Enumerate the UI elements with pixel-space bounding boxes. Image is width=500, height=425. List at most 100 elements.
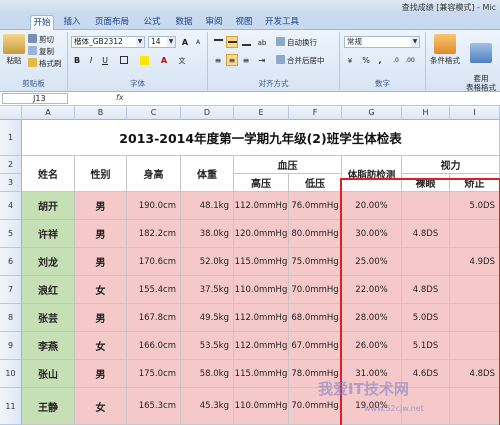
orientation-button[interactable]: ab xyxy=(256,36,268,48)
cell-weight[interactable]: 49.5kg xyxy=(181,304,234,332)
cell-weight[interactable]: 48.1kg xyxy=(181,192,234,220)
cell-name[interactable]: 王静 xyxy=(22,388,75,425)
header-naked-eye[interactable]: 裸眼 xyxy=(402,174,450,192)
cell-corrected[interactable] xyxy=(450,304,500,332)
cell-name[interactable]: 张芸 xyxy=(22,304,75,332)
cell-height[interactable]: 190.0cm xyxy=(127,192,181,220)
shrink-font-button[interactable]: A xyxy=(192,36,204,48)
cell-gender[interactable]: 女 xyxy=(75,276,127,304)
phonetic-button[interactable]: 文 xyxy=(176,54,188,66)
header-weight[interactable]: 体重 xyxy=(181,156,234,192)
cell-name[interactable]: 刘龙 xyxy=(22,248,75,276)
column-header-b[interactable]: B xyxy=(75,106,127,120)
grow-font-button[interactable]: A xyxy=(179,36,191,48)
name-box[interactable]: J13 xyxy=(2,93,68,104)
cut-button[interactable]: 剪切 xyxy=(28,34,54,45)
cell-low[interactable]: 68.0mmHg xyxy=(289,304,342,332)
column-header-c[interactable]: C xyxy=(127,106,181,120)
tab-view[interactable]: 视图 xyxy=(232,15,256,30)
cell-height[interactable]: 182.2cm xyxy=(127,220,181,248)
merge-center-button[interactable]: 合并后居中 xyxy=(276,55,325,66)
select-all-corner[interactable] xyxy=(0,106,22,120)
column-header-a[interactable]: A xyxy=(22,106,75,120)
tab-insert[interactable]: 插入 xyxy=(60,15,84,30)
cell-naked[interactable]: 4.8DS xyxy=(402,276,450,304)
cell-high[interactable]: 115.0mmHg xyxy=(234,248,289,276)
cell-naked[interactable]: 5.0DS xyxy=(402,304,450,332)
row-header-4[interactable]: 4 xyxy=(0,192,22,220)
cell-corrected[interactable] xyxy=(450,332,500,360)
cell-low[interactable]: 67.0mmHg xyxy=(289,332,342,360)
cell-naked[interactable]: 5.1DS xyxy=(402,332,450,360)
italic-button[interactable]: I xyxy=(85,54,97,66)
border-button[interactable] xyxy=(118,54,130,66)
header-bp-high[interactable]: 高压 xyxy=(234,174,289,192)
cell-corrected[interactable]: 4.8DS xyxy=(450,360,500,388)
row-header-2[interactable]: 2 xyxy=(0,156,22,174)
cell-weight[interactable]: 38.0kg xyxy=(181,220,234,248)
cell-height[interactable]: 165.3cm xyxy=(127,388,181,425)
font-color-button[interactable]: A xyxy=(158,54,170,66)
cell-height[interactable]: 167.8cm xyxy=(127,304,181,332)
column-header-e[interactable]: E xyxy=(234,106,289,120)
align-top-button[interactable] xyxy=(212,36,224,48)
row-header-1[interactable]: 1 xyxy=(0,120,22,156)
fx-icon[interactable]: fx xyxy=(116,93,124,102)
decrease-decimal-button[interactable]: .00 xyxy=(404,54,416,66)
cell-naked[interactable] xyxy=(402,192,450,220)
align-right-button[interactable]: ≡ xyxy=(240,54,252,66)
cell-fat[interactable]: 28.00% xyxy=(342,304,402,332)
cell-naked[interactable]: 4.8DS xyxy=(402,220,450,248)
align-middle-button[interactable] xyxy=(226,36,238,48)
tab-developer[interactable]: 开发工具 xyxy=(262,15,302,30)
cell-corrected[interactable]: 4.9DS xyxy=(450,248,500,276)
cell-gender[interactable]: 女 xyxy=(75,332,127,360)
column-header-d[interactable]: D xyxy=(181,106,234,120)
cell-name[interactable]: 许祥 xyxy=(22,220,75,248)
header-bp-low[interactable]: 低压 xyxy=(289,174,342,192)
align-center-button[interactable]: ≡ xyxy=(226,54,238,66)
sheet-title[interactable]: 2013-2014年度第一学期九年级(2)班学生体检表 xyxy=(22,120,500,156)
cell-high[interactable]: 112.0mmHg xyxy=(234,304,289,332)
column-header-i[interactable]: I xyxy=(450,106,500,120)
header-height[interactable]: 身高 xyxy=(127,156,181,192)
cell-height[interactable]: 175.0cm xyxy=(127,360,181,388)
cell-corrected[interactable] xyxy=(450,220,500,248)
cell-height[interactable]: 166.0cm xyxy=(127,332,181,360)
column-header-f[interactable]: F xyxy=(289,106,342,120)
cell-high[interactable]: 120.0mmHg xyxy=(234,220,289,248)
column-header-g[interactable]: G xyxy=(342,106,402,120)
cell-gender[interactable]: 男 xyxy=(75,220,127,248)
cell-height[interactable]: 155.4cm xyxy=(127,276,181,304)
cell-gender[interactable]: 男 xyxy=(75,304,127,332)
cell-height[interactable]: 170.6cm xyxy=(127,248,181,276)
cell-low[interactable]: 76.0mmHg xyxy=(289,192,342,220)
header-corrected[interactable]: 矫正 xyxy=(450,174,500,192)
currency-button[interactable]: ¥ xyxy=(344,54,356,66)
row-header-7[interactable]: 7 xyxy=(0,276,22,304)
header-name[interactable]: 姓名 xyxy=(22,156,75,192)
cell-corrected[interactable]: 5.0DS xyxy=(450,192,500,220)
cell-weight[interactable]: 58.0kg xyxy=(181,360,234,388)
bold-button[interactable]: B xyxy=(71,54,83,66)
cell-weight[interactable]: 53.5kg xyxy=(181,332,234,360)
cell-naked[interactable] xyxy=(402,248,450,276)
cell-low[interactable]: 70.0mmHg xyxy=(289,276,342,304)
tab-home[interactable]: 开始 xyxy=(30,15,54,30)
cell-name[interactable]: 张山 xyxy=(22,360,75,388)
indent-button[interactable]: ⇥ xyxy=(256,54,268,66)
font-name-select[interactable]: 楷体_GB2312 ▼ xyxy=(71,36,145,48)
conditional-format-button[interactable]: 条件格式 xyxy=(428,34,462,65)
header-vision[interactable]: 视力 xyxy=(402,156,500,174)
row-header-6[interactable]: 6 xyxy=(0,248,22,276)
cell-corrected[interactable] xyxy=(450,276,500,304)
cell-fat[interactable]: 26.00% xyxy=(342,332,402,360)
wrap-text-button[interactable]: 自动换行 xyxy=(276,37,317,48)
cell-weight[interactable]: 52.0kg xyxy=(181,248,234,276)
fill-color-button[interactable] xyxy=(138,54,150,66)
tab-data[interactable]: 数据 xyxy=(172,15,196,30)
cell-high[interactable]: 112.0mmHg xyxy=(234,332,289,360)
row-header-5[interactable]: 5 xyxy=(0,220,22,248)
cell-name[interactable]: 李燕 xyxy=(22,332,75,360)
cell-high[interactable]: 112.0mmHg xyxy=(234,192,289,220)
